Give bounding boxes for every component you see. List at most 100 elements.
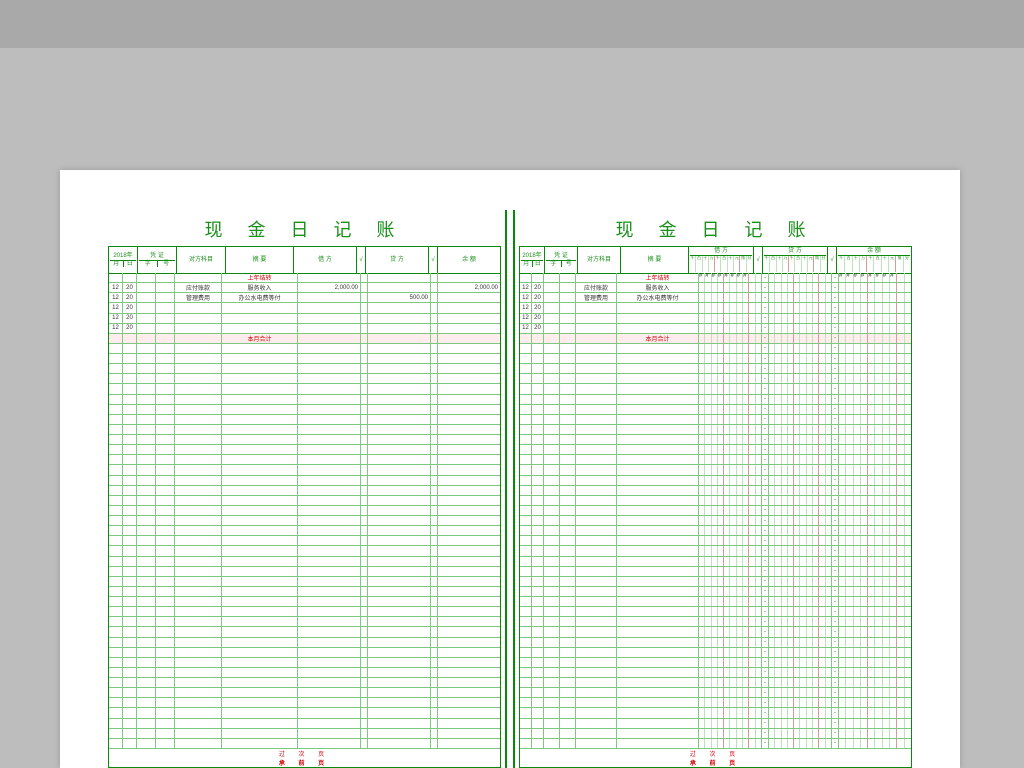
ledger-body: 上年结转########--########1220应付账款服务收入--1220… — [520, 273, 911, 749]
table-row: -- — [520, 638, 911, 648]
table-row: -- — [520, 465, 911, 475]
table-row — [109, 708, 500, 718]
document-page: 现 金 日 记 账 2018年 月 日 凭 证 — [60, 170, 960, 768]
table-row — [109, 577, 500, 587]
table-row: -- — [520, 648, 911, 658]
table-row: -- — [520, 546, 911, 556]
book-spine — [505, 210, 515, 768]
table-row — [109, 557, 500, 567]
table-row: -- — [520, 557, 911, 567]
table-row: 1220应付账款服务收入2,000.002,000.00 — [109, 283, 500, 293]
table-row — [109, 607, 500, 617]
table-row: -- — [520, 607, 911, 617]
table-row — [109, 648, 500, 658]
table-row — [109, 354, 500, 364]
table-row: -- — [520, 536, 911, 546]
ledger-body: 上年结转1220应付账款服务收入2,000.002,000.001220管理费用… — [109, 273, 500, 749]
table-row: -- — [520, 364, 911, 374]
table-row — [109, 587, 500, 597]
table-row: -- — [520, 678, 911, 688]
table-row — [109, 688, 500, 698]
table-row — [109, 415, 500, 425]
table-row: -- — [520, 577, 911, 587]
table-row: -- — [520, 395, 911, 405]
table-row: -- — [520, 516, 911, 526]
table-row — [109, 526, 500, 536]
table-row: -- — [520, 587, 911, 597]
table-row: -- — [520, 627, 911, 637]
table-row: -- — [520, 567, 911, 577]
table-row: -- — [520, 708, 911, 718]
table-row — [109, 455, 500, 465]
ledger-header: 2018年 月 日 凭 证 字 号 — [520, 247, 911, 274]
table-row — [109, 516, 500, 526]
ledger-table: 2018年 月 日 凭 证 字 号 — [519, 246, 912, 768]
ledger-header: 2018年 月 日 凭 证 字 号 — [109, 247, 500, 274]
table-row — [109, 374, 500, 384]
table-row: -- — [520, 476, 911, 486]
table-row — [109, 435, 500, 445]
table-row — [109, 506, 500, 516]
table-row — [109, 638, 500, 648]
table-row — [109, 364, 500, 374]
table-row: 1220应付账款服务收入-- — [520, 283, 911, 293]
table-row: 上年结转########--######## — [520, 273, 911, 283]
table-row — [109, 719, 500, 729]
table-row — [109, 425, 500, 435]
table-row: -- — [520, 425, 911, 435]
table-row — [109, 405, 500, 415]
table-row: -- — [520, 506, 911, 516]
ledger-title: 现 金 日 记 账 — [108, 210, 501, 246]
table-row: -- — [520, 384, 911, 394]
table-row — [109, 395, 500, 405]
table-row — [109, 698, 500, 708]
ledger-right-page: 现 金 日 记 账 2018年 月 日 凭 证 — [519, 210, 912, 768]
table-row — [109, 729, 500, 739]
viewport: 现 金 日 记 账 2018年 月 日 凭 证 — [0, 0, 1024, 768]
ledger-footer: 过 次 页 承 前 页 — [520, 749, 911, 767]
table-row: 1220管理费用办公水电费等付-- — [520, 293, 911, 303]
table-row: 1220 — [109, 324, 500, 334]
table-row: -- — [520, 435, 911, 445]
table-row: -- — [520, 455, 911, 465]
table-row: -- — [520, 526, 911, 536]
table-row: -- — [520, 486, 911, 496]
table-row: -- — [520, 719, 911, 729]
table-row — [109, 617, 500, 627]
table-row — [109, 546, 500, 556]
ledger-left-page: 现 金 日 记 账 2018年 月 日 凭 证 — [108, 210, 501, 768]
table-row — [109, 567, 500, 577]
table-row — [109, 627, 500, 637]
table-row — [109, 465, 500, 475]
table-row: 本月合计-- — [520, 334, 911, 344]
table-row: -- — [520, 445, 911, 455]
table-row: 1220管理费用办公水电费等付500.00 — [109, 293, 500, 303]
table-row: -- — [520, 698, 911, 708]
table-row: 1220 — [109, 303, 500, 313]
table-row: -- — [520, 597, 911, 607]
table-row: -- — [520, 344, 911, 354]
table-row: -- — [520, 658, 911, 668]
table-row — [109, 384, 500, 394]
ledger-title: 现 金 日 记 账 — [519, 210, 912, 246]
table-row — [109, 496, 500, 506]
table-row — [109, 486, 500, 496]
table-row: -- — [520, 739, 911, 749]
table-row — [109, 445, 500, 455]
table-row — [109, 344, 500, 354]
table-row: 本月合计 — [109, 334, 500, 344]
table-row: -- — [520, 405, 911, 415]
ledger-spread: 现 金 日 记 账 2018年 月 日 凭 证 — [108, 210, 912, 768]
table-row: 1220-- — [520, 314, 911, 324]
table-row: -- — [520, 354, 911, 364]
table-row — [109, 658, 500, 668]
table-row — [109, 668, 500, 678]
table-row — [109, 536, 500, 546]
table-row — [109, 476, 500, 486]
app-toolbar — [0, 0, 1024, 48]
table-row: 上年结转 — [109, 273, 500, 283]
table-row: -- — [520, 496, 911, 506]
table-row — [109, 678, 500, 688]
table-row: -- — [520, 729, 911, 739]
ledger-table: 2018年 月 日 凭 证 字 号 — [108, 246, 501, 768]
